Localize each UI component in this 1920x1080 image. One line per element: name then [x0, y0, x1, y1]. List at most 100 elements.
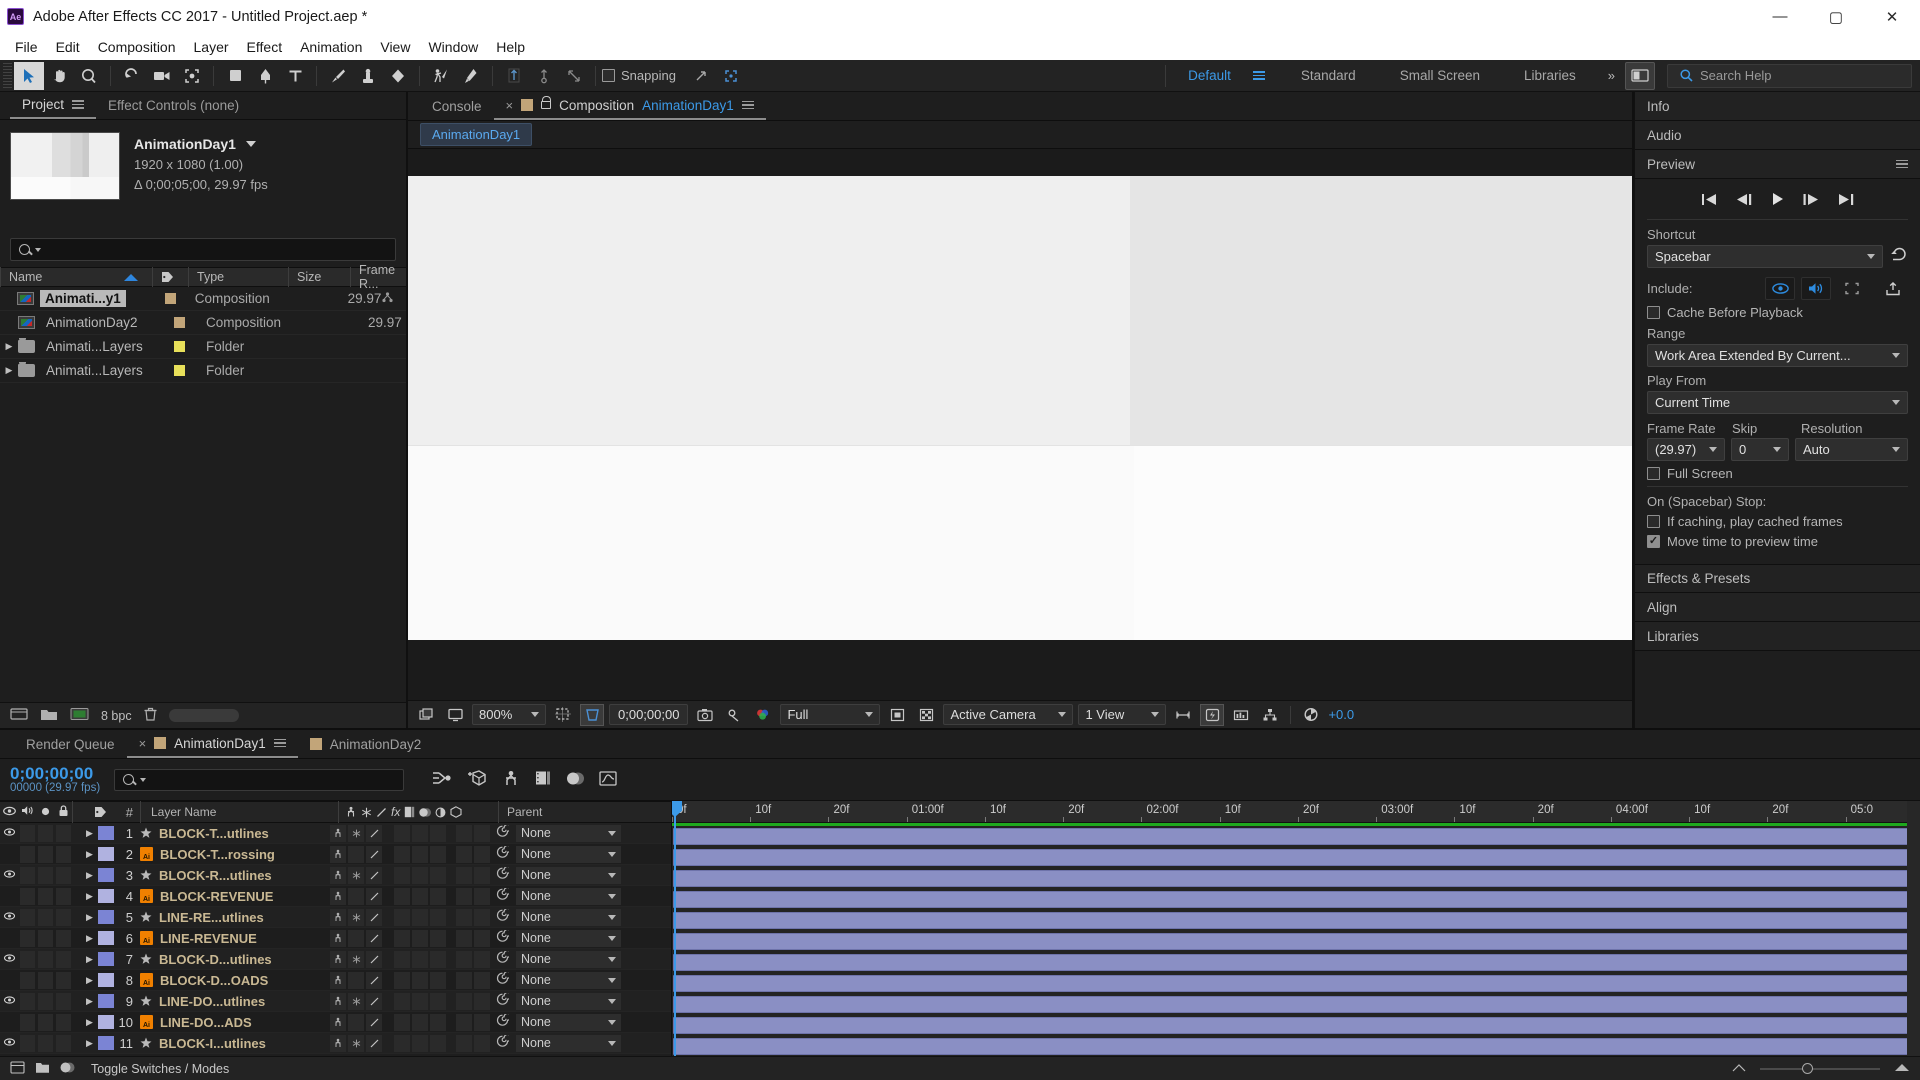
pick-whip-icon[interactable]	[496, 970, 512, 988]
layer-motion-blur-switch[interactable]	[430, 1034, 446, 1052]
tab-timeline-animationday2[interactable]: AnimationDay2	[298, 730, 434, 758]
layer-3d-switch[interactable]	[474, 950, 490, 968]
layer-label-swatch[interactable]	[97, 952, 114, 966]
layer-video-toggle[interactable]	[0, 970, 18, 991]
time-ruler[interactable]: 0f10f20f01:00f10f20f02:00f10f20f03:00f10…	[672, 801, 1920, 823]
workspace-menu-icon[interactable]	[1252, 71, 1265, 80]
cache-before-playback-checkbox[interactable]	[1647, 306, 1660, 319]
layer-parent-select[interactable]: None	[516, 845, 621, 863]
include-overlays-toggle[interactable]	[1837, 277, 1867, 300]
layer-3d-switch[interactable]	[474, 929, 490, 947]
timeline-graph-area[interactable]: 0f10f20f01:00f10f20f02:00f10f20f03:00f10…	[672, 801, 1920, 1056]
preview-export-icon[interactable]	[1878, 277, 1908, 300]
layer-effects-switch[interactable]	[394, 845, 410, 863]
layer-adjustment-switch[interactable]	[456, 866, 472, 884]
layer-solo-toggle[interactable]	[36, 865, 54, 886]
layer-motion-blur-switch[interactable]	[430, 992, 446, 1010]
layer-motion-blur-switch[interactable]	[430, 929, 446, 947]
layer-label-swatch[interactable]	[97, 847, 114, 861]
layer-adjustment-switch[interactable]	[456, 992, 472, 1010]
layer-adjustment-switch[interactable]	[456, 971, 472, 989]
project-row-tag[interactable]	[170, 365, 206, 376]
toggle-switches-modes-button[interactable]: Toggle Switches / Modes	[91, 1062, 229, 1076]
layer-solo-toggle[interactable]	[36, 907, 54, 928]
if-caching-row[interactable]: If caching, play cached frames	[1647, 514, 1908, 529]
layer-name-cell[interactable]: Ai LINE-DO...ADS	[140, 1015, 330, 1030]
close-icon[interactable]: ×	[506, 98, 514, 113]
layer-shy-switch[interactable]	[330, 866, 346, 884]
resolution-select[interactable]: Auto	[1795, 438, 1908, 461]
grid-guides-icon[interactable]	[551, 704, 575, 726]
layer-frame-blend-switch[interactable]	[412, 845, 428, 863]
timeline-zoom-slider[interactable]	[1760, 1063, 1880, 1075]
layer-frame-blend-switch[interactable]	[412, 908, 428, 926]
eraser-tool-icon[interactable]	[383, 62, 413, 90]
layer-disclosure-and-label[interactable]: ▶	[86, 868, 114, 882]
layer-parent-select[interactable]: None	[516, 992, 621, 1010]
fast-previews-icon[interactable]	[1200, 703, 1225, 726]
new-folder-icon[interactable]	[40, 707, 58, 724]
layer-3d-switch[interactable]	[474, 908, 490, 926]
layer-frame-blend-switch[interactable]	[412, 950, 428, 968]
layer-lock-toggle[interactable]	[54, 823, 72, 844]
chevron-right-icon[interactable]: ▶	[86, 996, 93, 1007]
composition-mini-flowchart-footer-icon[interactable]	[10, 1060, 25, 1077]
move-time-row[interactable]: Move time to preview time	[1647, 534, 1908, 549]
column-tag[interactable]	[152, 267, 188, 287]
project-row-folder-2[interactable]: ▶ Animati...Layers Folder	[0, 359, 406, 383]
layer-frame-blend-switch[interactable]	[412, 824, 428, 842]
panel-effects-presets[interactable]: Effects & Presets	[1635, 564, 1920, 593]
row-disclosure[interactable]: ▶	[0, 365, 18, 376]
layer-collapse-switch[interactable]	[348, 887, 364, 905]
layer-name-cell[interactable]: LINE-RE...utlines	[140, 910, 330, 925]
timeline-layer-row[interactable]: ▶ 7 BLOCK-D...utlines None	[0, 949, 671, 970]
composition-mini-flowchart-icon[interactable]	[432, 770, 452, 789]
layer-effects-switch[interactable]	[394, 929, 410, 947]
layer-video-toggle[interactable]	[0, 1012, 18, 1033]
pick-whip-icon[interactable]	[496, 1033, 512, 1051]
layer-shy-switch[interactable]	[330, 929, 346, 947]
layer-parent-select[interactable]: None	[516, 908, 621, 926]
menu-animation[interactable]: Animation	[291, 36, 371, 58]
layer-quality-switch[interactable]	[366, 887, 382, 905]
layer-solo-toggle[interactable]	[36, 928, 54, 949]
layer-collapse-switch[interactable]	[348, 929, 364, 947]
layer-disclosure-and-label[interactable]: ▶	[86, 847, 114, 861]
menu-window[interactable]: Window	[419, 36, 487, 58]
enable-motion-blur-icon[interactable]	[566, 770, 585, 790]
layer-duration-bar[interactable]	[673, 891, 1918, 908]
new-composition-icon[interactable]	[70, 707, 89, 724]
panel-info[interactable]: Info	[1635, 92, 1920, 121]
timeline-layer-row[interactable]: ▶ 10 Ai LINE-DO...ADS None	[0, 1012, 671, 1033]
layer-duration-bar[interactable]	[673, 849, 1918, 866]
chevron-right-icon[interactable]: ▶	[86, 1017, 93, 1028]
always-preview-icon[interactable]	[414, 704, 438, 726]
layer-frame-blend-switch[interactable]	[412, 866, 428, 884]
layer-quality-switch[interactable]	[366, 950, 382, 968]
roto-brush-tool-icon[interactable]	[456, 62, 486, 90]
panel-preview-header[interactable]: Preview	[1635, 150, 1920, 179]
brush-tool-icon[interactable]	[323, 62, 353, 90]
transform-tool-icon[interactable]	[559, 62, 589, 90]
layer-parent-select[interactable]: None	[516, 1013, 621, 1031]
text-tool-icon[interactable]	[280, 62, 310, 90]
magnification-select[interactable]: 800%	[472, 704, 546, 725]
project-row-tag[interactable]	[170, 341, 206, 352]
layer-lock-toggle[interactable]	[54, 970, 72, 991]
layer-label-swatch[interactable]	[97, 868, 114, 882]
composition-viewer[interactable]	[408, 149, 1632, 700]
layer-motion-blur-switch[interactable]	[430, 950, 446, 968]
layer-solo-toggle[interactable]	[36, 886, 54, 907]
layer-lock-toggle[interactable]	[54, 907, 72, 928]
layer-motion-blur-switch[interactable]	[430, 866, 446, 884]
close-button[interactable]: ✕	[1864, 0, 1920, 33]
workspace-small-screen[interactable]: Small Screen	[1378, 60, 1502, 92]
anchor-align-icon[interactable]	[499, 62, 529, 90]
layer-audio-toggle[interactable]	[18, 1012, 36, 1033]
layer-duration-bar[interactable]	[673, 933, 1918, 950]
search-dropdown-icon[interactable]	[140, 777, 147, 782]
menu-edit[interactable]: Edit	[47, 36, 89, 58]
layer-parent-cell[interactable]: None	[490, 1033, 671, 1052]
pick-whip-icon[interactable]	[496, 886, 512, 904]
zoom-tool-icon[interactable]	[74, 62, 104, 90]
